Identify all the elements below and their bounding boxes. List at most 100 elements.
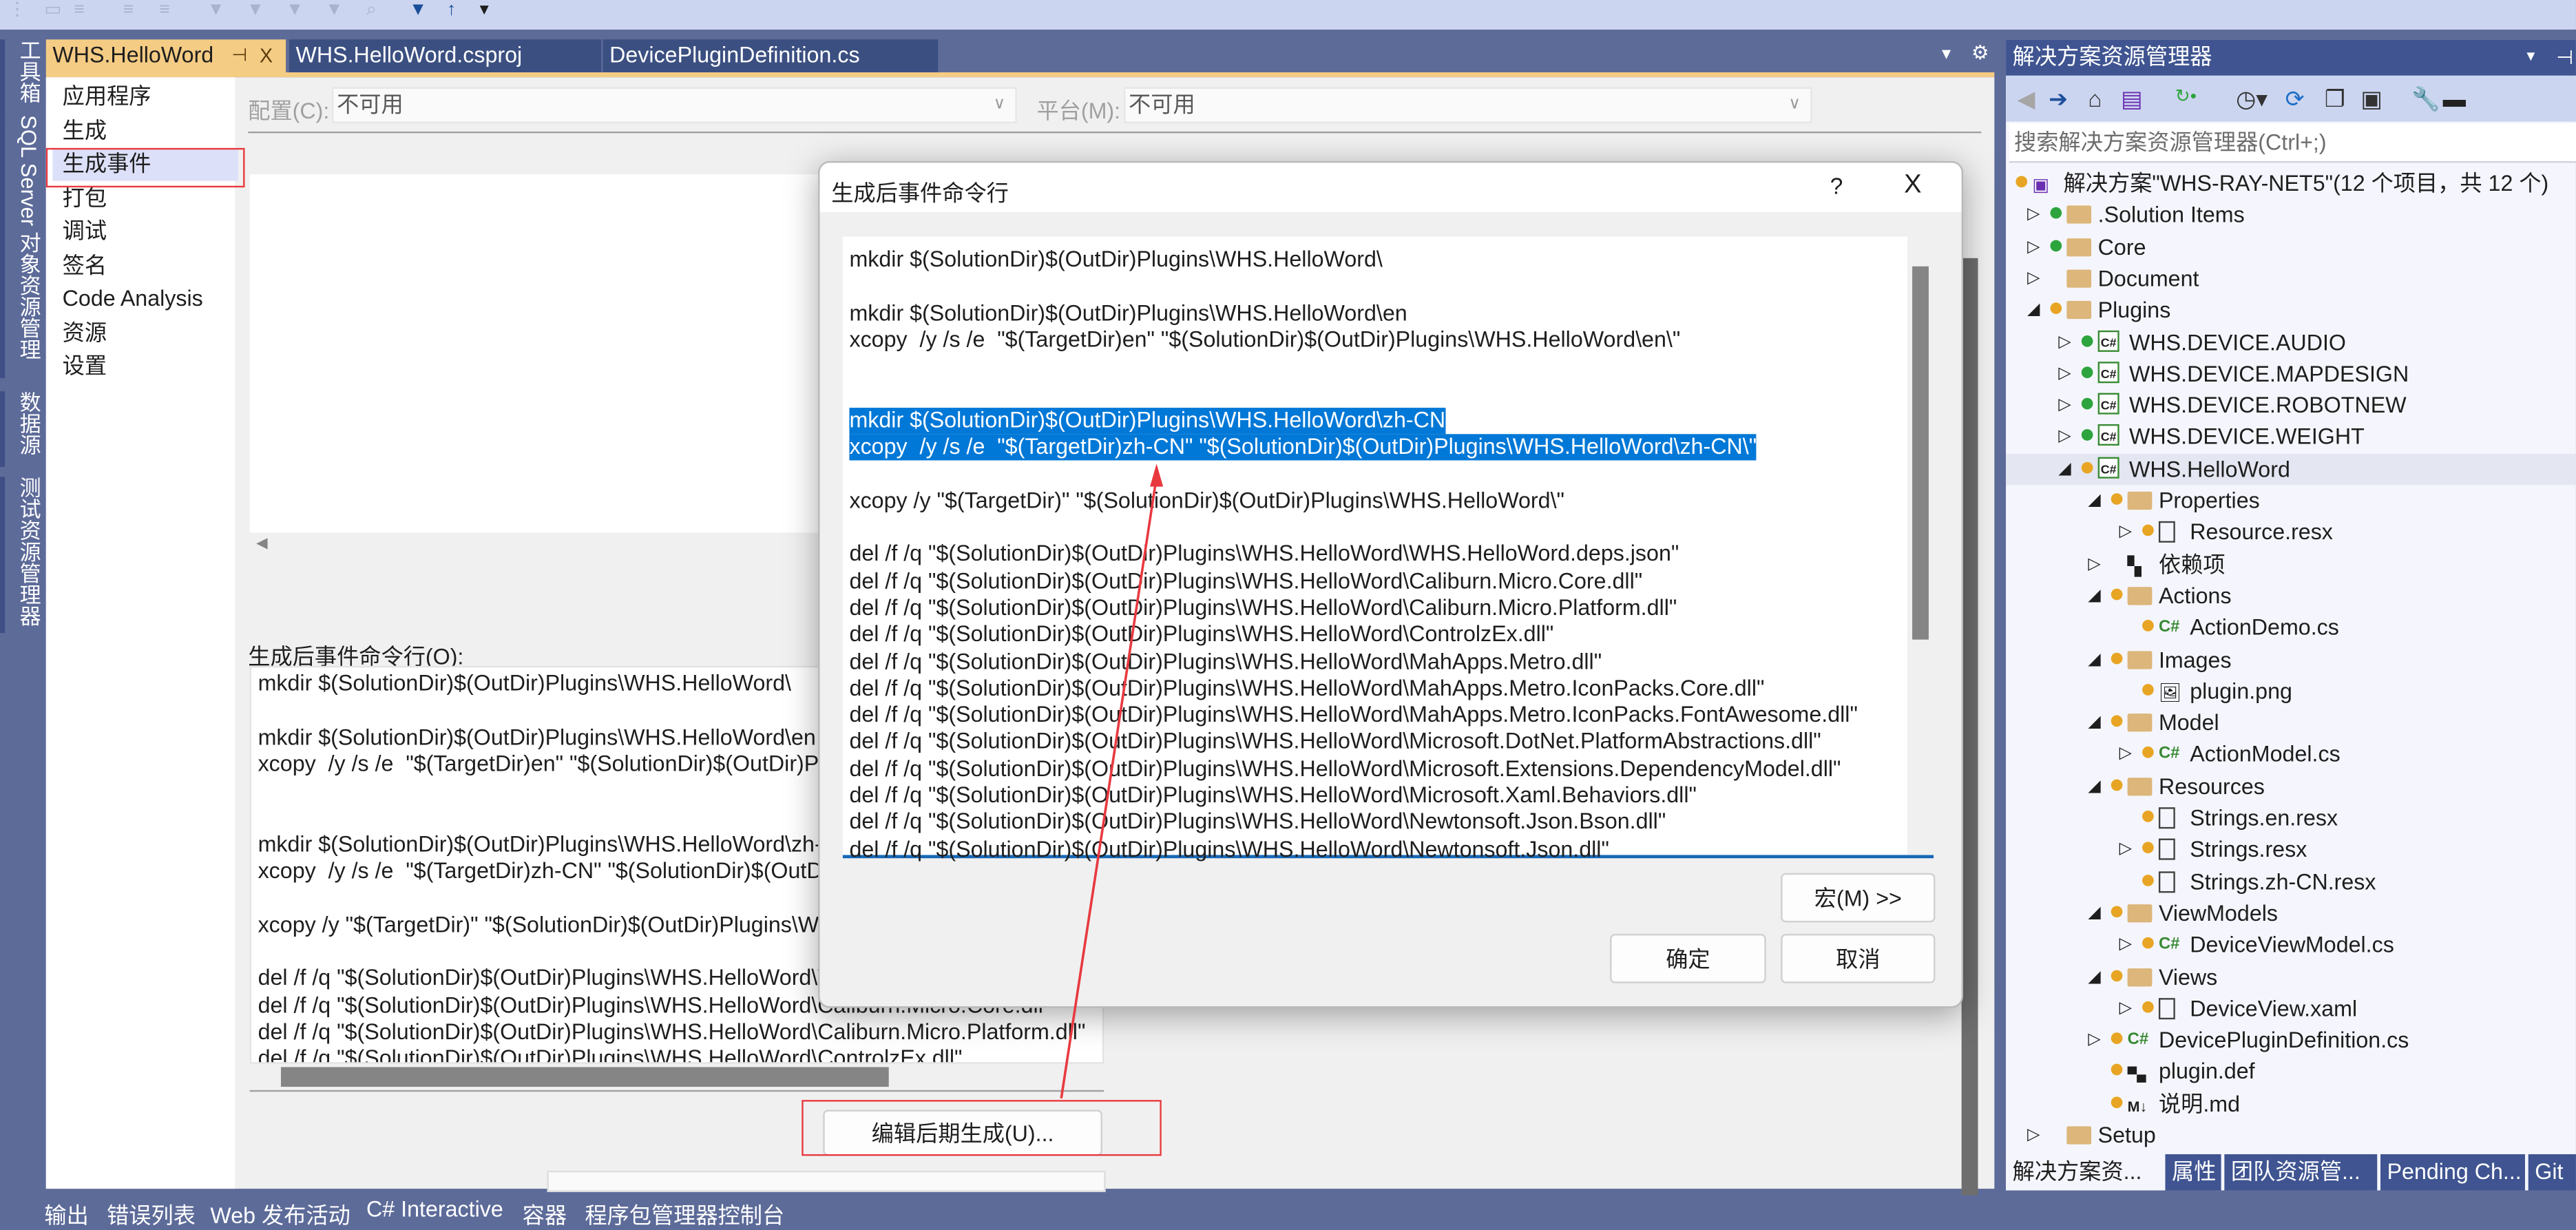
tree-item[interactable]: ◢ Properties [2006,485,2576,516]
tab-output[interactable]: 输出 [44,1197,88,1230]
editor-vscroll[interactable] [1907,236,1934,855]
platform-dropdown[interactable]: 不可用 ∨ [1123,87,1812,124]
clear-bookmark-icon[interactable]: ▼ [325,0,343,20]
next-bookmark-icon[interactable]: ▼ [286,0,304,20]
scrollbar-thumb[interactable] [1912,266,1929,640]
collapse-arrow-icon[interactable]: ◢ [2088,485,2104,516]
command-line-editor[interactable]: mkdir $(SolutionDir)$(OutDir)Plugins\WHS… [842,236,1934,861]
tree-item[interactable]: ▷ C# ActionModel.cs [2006,739,2576,770]
config-dropdown[interactable]: 不可用 ∨ [331,87,1017,124]
nav-item-settings[interactable]: 设置 [52,351,238,384]
expand-arrow-icon[interactable]: ▷ [2027,1120,2044,1151]
tab-package-manager-console[interactable]: 程序包管理器控制台 [585,1197,784,1230]
vs-switch-views-icon[interactable]: ▤ [2121,85,2143,114]
data-sources-tab[interactable]: 数据源 [0,391,50,468]
uncomment-icon[interactable]: ≡ [74,0,84,20]
help-icon[interactable]: ? [1830,173,1843,199]
collapse-arrow-icon[interactable]: ◢ [2088,644,2104,675]
tab-containers[interactable]: 容器 [523,1197,567,1230]
settings-gear-icon[interactable]: ⚙ [1971,41,1989,64]
tree-item[interactable]: ◢ Actions [2006,580,2576,611]
bookmark-icon[interactable]: ▼ [207,0,225,20]
up-arrow-icon[interactable]: ↑ [447,0,456,20]
tree-item[interactable]: ▷ Core [2006,231,2576,262]
tab-solution-explorer[interactable]: 解决方案资... [2006,1154,2162,1191]
tree-item[interactable]: M↓ 说明.md [2006,1088,2576,1119]
sql-server-explorer-tab[interactable]: SQL Server 对象资源管理器 [0,115,50,379]
tree-item[interactable]: ▷ Setup [2006,1120,2576,1151]
tab-list-dropdown-icon[interactable]: ▾ [1942,43,1951,64]
expand-arrow-icon[interactable]: ▷ [2119,517,2136,548]
toolbox-tab[interactable]: 工具箱 [0,39,50,125]
tree-item[interactable]: ◢ ViewModels [2006,897,2576,928]
tree-item[interactable]: ▷ C# DeviceViewModel.cs [2006,929,2576,960]
home-icon[interactable]: ⌂ [2088,85,2102,112]
tab-pending-changes[interactable]: Pending Ch... [2380,1154,2525,1191]
tab-csproj[interactable]: WHS.HelloWord.csproj [289,39,602,73]
show-all-files-icon[interactable]: ▣ [2360,85,2383,114]
tab-git[interactable]: Git [2528,1154,2576,1191]
overflow-icon[interactable]: ▾ [480,0,489,20]
prev-bookmark-icon[interactable]: ▼ [247,0,264,20]
expand-arrow-icon[interactable]: ▷ [2119,993,2136,1024]
back-icon[interactable]: ◀ [2018,85,2035,114]
tree-item[interactable]: ▷ C# WHS.DEVICE.AUDIO [2006,326,2576,357]
tree-item[interactable]: ▷ ▚ 依赖项 [2006,548,2576,579]
collapse-all-icon[interactable]: ❐ [2325,85,2345,114]
tree-item[interactable]: Strings.zh-CN.resx [2006,866,2576,897]
tree-item[interactable]: ▷ DeviceView.xaml [2006,993,2576,1024]
collapse-arrow-icon[interactable]: ◢ [2088,897,2104,928]
collapse-arrow-icon[interactable]: ◢ [2088,771,2104,802]
tree-item[interactable]: ◢ Model [2006,707,2576,738]
tree-item[interactable]: ▷ Resource.resx [2006,517,2576,548]
tree-item[interactable]: Strings.en.resx [2006,802,2576,833]
solution-explorer-search[interactable]: 搜索解决方案资源管理器(Ctrl+;) [2009,123,2576,163]
tree-item[interactable]: ▷ .Solution Items [2006,200,2576,231]
nav-item-signing[interactable]: 签名 [52,249,238,282]
pin-icon[interactable]: ⊣ [231,39,247,72]
tree-item[interactable]: ▷ C# WHS.DEVICE.ROBOTNEW [2006,390,2576,421]
expand-arrow-icon[interactable]: ▷ [2119,834,2136,865]
tree-item[interactable]: ▣ 解决方案"WHS-RAY-NET5"(12 个项目，共 12 个) [2006,168,2576,199]
collapse-arrow-icon[interactable]: ◢ [2088,707,2104,738]
tree-item[interactable]: ◢ Plugins [2006,295,2576,326]
scrollbar-thumb[interactable] [280,1067,889,1087]
scroll-left-icon[interactable]: ◀ [256,534,268,552]
tree-item[interactable]: ▷ Strings.resx [2006,834,2576,865]
tree-item[interactable]: ▷ C# DevicePluginDefinition.cs [2006,1025,2576,1056]
tree-item[interactable]: ◢ C# WHS.HelloWord [2006,453,2576,485]
tree-item[interactable]: ▀▄ plugin.def [2006,1056,2576,1087]
tree-item[interactable]: ◢ Images [2006,644,2576,675]
collapse-arrow-icon[interactable]: ◢ [2058,453,2075,484]
properties-wrench-icon[interactable]: 🔧 [2411,85,2440,114]
nav-item-build[interactable]: 生成 [52,114,238,147]
tree-item[interactable]: ▷ C# WHS.DEVICE.WEIGHT [2006,421,2576,452]
history-icon[interactable]: ◷▾ [2236,85,2268,114]
tree-item[interactable]: ◢ Views [2006,961,2576,992]
preview-icon[interactable]: ▬ [2443,85,2466,112]
tab-csharp-interactive[interactable]: C# Interactive [366,1197,503,1222]
tree-item[interactable]: C# ActionDemo.cs [2006,612,2576,643]
nav-item-resources[interactable]: 资源 [52,317,238,350]
expand-arrow-icon[interactable]: ▷ [2058,326,2075,357]
tab-team-explorer[interactable]: 团队资源管... [2224,1154,2378,1191]
expand-arrow-icon[interactable]: ▷ [2027,200,2044,231]
tree-item[interactable]: 🖼 plugin.png [2006,676,2576,707]
pin-icon[interactable]: ⊣ [2556,39,2573,76]
property-page-vscroll[interactable] [1961,258,1978,1196]
expand-arrow-icon[interactable]: ▷ [2058,421,2075,452]
down-arrow-icon[interactable]: ▼ [409,0,427,20]
nav-item-code-analysis[interactable]: Code Analysis [52,283,238,316]
tab-whs-helloword[interactable]: WHS.HelloWord ⊣ X [45,39,286,74]
tab-device-plugin-definition[interactable]: DevicePluginDefinition.cs [603,39,939,73]
close-icon[interactable]: X [1904,171,1921,200]
sync-icon[interactable]: ⟳ [2285,85,2305,114]
close-tab-icon[interactable]: X [260,39,273,72]
collapse-arrow-icon[interactable]: ◢ [2088,961,2104,992]
tab-error-list[interactable]: 错误列表 [107,1197,196,1230]
expand-arrow-icon[interactable]: ▷ [2058,390,2075,421]
tab-web-publish-activity[interactable]: Web 发布活动 [210,1197,350,1230]
expand-arrow-icon[interactable]: ▷ [2119,929,2136,960]
panel-menu-dropdown-icon[interactable]: ▾ [2526,39,2535,76]
post-build-hscroll[interactable] [249,1063,1104,1092]
